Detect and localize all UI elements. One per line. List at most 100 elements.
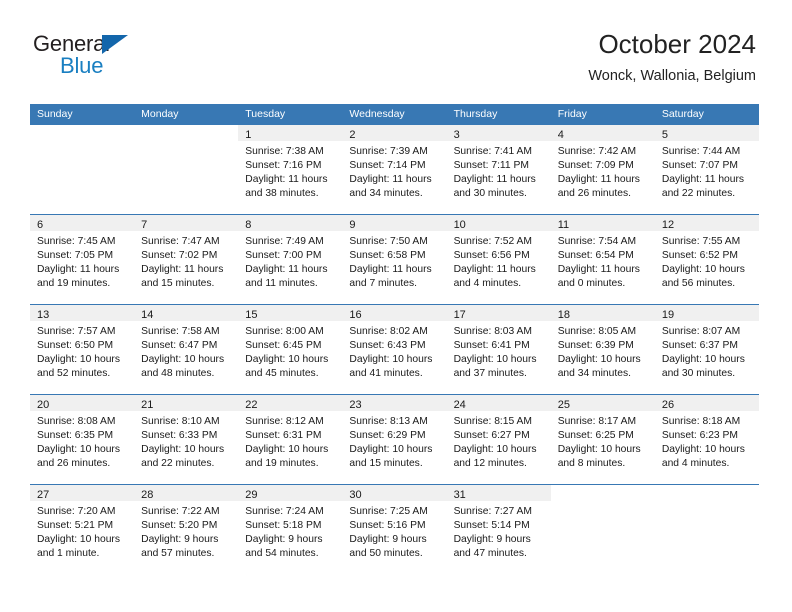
sunset-text: Sunset: 7:02 PM <box>141 250 218 261</box>
calendar-day-cell[interactable]: 17 Sunrise: 8:03 AM Sunset: 6:41 PM Dayligh… <box>446 304 551 395</box>
calendar-day-cell[interactable]: 6 Sunrise: 7:45 AM Sunset: 7:05 PM Daylight… <box>30 214 135 305</box>
sunrise-text: Sunrise: 7:47 AM <box>141 236 220 247</box>
calendar-day-cell[interactable]: 26 Sunrise: 8:18 AM Sunset: 6:23 PM Dayligh… <box>654 394 759 485</box>
sunrise-text: Sunrise: 8:05 AM <box>557 326 637 337</box>
day-number <box>551 485 655 501</box>
daylight-text-line2: and 47 minutes. <box>453 548 527 559</box>
day-details: Sunrise: 8:10 AM Sunset: 6:33 PM Daylight:… <box>134 411 238 471</box>
day-details: Sunrise: 8:17 AM Sunset: 6:25 PM Daylight:… <box>551 411 655 471</box>
calendar-day-cell[interactable]: 3 Sunrise: 7:41 AM Sunset: 7:11 PM Daylight… <box>446 125 551 215</box>
daylight-text-line1: Daylight: 10 hours <box>37 534 120 545</box>
day-cell-inner: 15 Sunrise: 8:00 AM Sunset: 6:45 PM Dayligh… <box>238 305 343 394</box>
sunset-text: Sunset: 7:07 PM <box>661 160 738 171</box>
daylight-text-line2: and 30 minutes. <box>661 368 736 379</box>
calendar-table: Sunday Monday Tuesday Wednesday Thursday… <box>30 104 759 574</box>
daylight-text-line1: Daylight: 10 hours <box>349 444 433 455</box>
calendar-day-cell[interactable]: 19 Sunrise: 8:07 AM Sunset: 6:37 PM Dayligh… <box>654 304 759 395</box>
calendar-body: 1 Sunrise: 7:38 AM Sunset: 7:16 PM Daylight… <box>30 125 759 574</box>
calendar-week-row: 6 Sunrise: 7:45 AM Sunset: 7:05 PM Daylight… <box>30 214 759 305</box>
calendar-day-cell[interactable]: 2 Sunrise: 7:39 AM Sunset: 7:14 PM Daylight… <box>342 125 447 215</box>
day-number: 14 <box>134 305 239 321</box>
sunrise-text: Sunrise: 8:15 AM <box>453 416 532 427</box>
weekday-header-friday: Friday <box>550 104 655 125</box>
daylight-text-line1: Daylight: 11 hours <box>245 264 328 275</box>
day-details: Sunrise: 7:41 AM Sunset: 7:11 PM Daylight:… <box>447 141 551 201</box>
weekday-header-row: Sunday Monday Tuesday Wednesday Thursday… <box>30 104 759 125</box>
calendar-day-cell[interactable]: 12 Sunrise: 7:55 AM Sunset: 6:52 PM Dayligh… <box>654 214 759 305</box>
sunrise-text: Sunrise: 7:41 AM <box>453 146 532 157</box>
sunset-text: Sunset: 5:21 PM <box>37 520 114 531</box>
day-cell-inner: 7 Sunrise: 7:47 AM Sunset: 7:02 PM Daylight… <box>134 215 239 304</box>
daylight-text-line2: and 4 minutes. <box>453 278 522 289</box>
daylight-text-line1: Daylight: 10 hours <box>557 444 641 455</box>
day-cell-inner: 16 Sunrise: 8:02 AM Sunset: 6:43 PM Dayligh… <box>342 305 447 394</box>
sunset-text: Sunset: 6:29 PM <box>349 430 426 441</box>
calendar-day-cell[interactable]: 20 Sunrise: 8:08 AM Sunset: 6:35 PM Dayligh… <box>30 394 135 485</box>
calendar-day-cell[interactable]: 11 Sunrise: 7:54 AM Sunset: 6:54 PM Dayligh… <box>550 214 655 305</box>
daylight-text-line2: and 54 minutes. <box>245 548 319 559</box>
day-number: 10 <box>446 215 551 231</box>
calendar-day-cell[interactable]: 18 Sunrise: 8:05 AM Sunset: 6:39 PM Dayligh… <box>550 304 655 395</box>
calendar-day-cell[interactable]: 1 Sunrise: 7:38 AM Sunset: 7:16 PM Daylight… <box>238 125 343 215</box>
calendar-day-cell[interactable]: 29 Sunrise: 7:24 AM Sunset: 5:18 PM Dayligh… <box>238 484 343 574</box>
daylight-text-line1: Daylight: 11 hours <box>141 264 224 275</box>
day-cell-inner: 6 Sunrise: 7:45 AM Sunset: 7:05 PM Daylight… <box>30 215 135 304</box>
calendar-day-cell[interactable]: 23 Sunrise: 8:13 AM Sunset: 6:29 PM Dayligh… <box>342 394 447 485</box>
calendar-day-cell[interactable]: 31 Sunrise: 7:27 AM Sunset: 5:14 PM Dayligh… <box>446 484 551 574</box>
day-number: 23 <box>342 395 447 411</box>
day-details: Sunrise: 8:05 AM Sunset: 6:39 PM Daylight:… <box>551 321 655 381</box>
calendar-day-cell[interactable]: 4 Sunrise: 7:42 AM Sunset: 7:09 PM Daylight… <box>550 125 655 215</box>
daylight-text-line1: Daylight: 10 hours <box>141 354 225 365</box>
day-details: Sunrise: 8:13 AM Sunset: 6:29 PM Daylight:… <box>342 411 446 471</box>
calendar-day-cell[interactable]: 13 Sunrise: 7:57 AM Sunset: 6:50 PM Dayligh… <box>30 304 135 395</box>
sunrise-text: Sunrise: 8:03 AM <box>453 326 532 337</box>
sunrise-text: Sunrise: 7:54 AM <box>557 236 637 247</box>
calendar-day-cell[interactable]: 5 Sunrise: 7:44 AM Sunset: 7:07 PM Daylight… <box>654 125 759 215</box>
calendar-day-cell[interactable]: 21 Sunrise: 8:10 AM Sunset: 6:33 PM Dayligh… <box>134 394 239 485</box>
sunset-text: Sunset: 7:14 PM <box>349 160 426 171</box>
daylight-text-line1: Daylight: 10 hours <box>557 354 641 365</box>
day-cell-inner: 31 Sunrise: 7:27 AM Sunset: 5:14 PM Dayligh… <box>446 485 551 574</box>
day-number <box>30 125 134 141</box>
day-number: 20 <box>30 395 135 411</box>
logo-text-blue: Blue <box>60 53 104 78</box>
sunrise-text: Sunrise: 7:55 AM <box>661 236 741 247</box>
daylight-text-line2: and 0 minutes. <box>557 278 626 289</box>
day-number: 7 <box>134 215 239 231</box>
calendar-day-cell[interactable]: 14 Sunrise: 7:58 AM Sunset: 6:47 PM Dayligh… <box>134 304 239 395</box>
logo-triangle-icon <box>102 35 128 54</box>
sunset-text: Sunset: 6:25 PM <box>557 430 634 441</box>
day-cell-inner <box>30 125 134 214</box>
calendar-day-cell[interactable]: 10 Sunrise: 7:52 AM Sunset: 6:56 PM Dayligh… <box>446 214 551 305</box>
sunset-text: Sunset: 6:47 PM <box>141 340 218 351</box>
calendar-day-cell[interactable]: 16 Sunrise: 8:02 AM Sunset: 6:43 PM Dayligh… <box>342 304 447 395</box>
calendar-day-cell[interactable]: 30 Sunrise: 7:25 AM Sunset: 5:16 PM Dayligh… <box>342 484 447 574</box>
sunrise-text: Sunrise: 8:02 AM <box>349 326 428 337</box>
day-cell-inner: 25 Sunrise: 8:17 AM Sunset: 6:25 PM Dayligh… <box>550 395 655 484</box>
sunrise-text: Sunrise: 8:07 AM <box>661 326 741 337</box>
day-cell-inner: 11 Sunrise: 7:54 AM Sunset: 6:54 PM Dayligh… <box>550 215 655 304</box>
sunrise-text: Sunrise: 8:18 AM <box>661 416 741 427</box>
calendar-day-cell[interactable]: 24 Sunrise: 8:15 AM Sunset: 6:27 PM Dayligh… <box>446 394 551 485</box>
day-number: 16 <box>342 305 447 321</box>
sunset-text: Sunset: 7:11 PM <box>453 160 529 171</box>
calendar-day-cell[interactable]: 7 Sunrise: 7:47 AM Sunset: 7:02 PM Daylight… <box>134 214 239 305</box>
calendar-day-cell[interactable]: 28 Sunrise: 7:22 AM Sunset: 5:20 PM Dayligh… <box>134 484 239 574</box>
calendar-day-cell[interactable]: 25 Sunrise: 8:17 AM Sunset: 6:25 PM Dayligh… <box>550 394 655 485</box>
calendar-day-cell[interactable]: 27 Sunrise: 7:20 AM Sunset: 5:21 PM Dayligh… <box>30 484 135 574</box>
day-details: Sunrise: 7:22 AM Sunset: 5:20 PM Daylight:… <box>134 501 238 561</box>
day-details: Sunrise: 7:50 AM Sunset: 6:58 PM Daylight:… <box>342 231 446 291</box>
sunrise-text: Sunrise: 7:25 AM <box>349 506 428 517</box>
calendar-day-cell[interactable]: 9 Sunrise: 7:50 AM Sunset: 6:58 PM Daylight… <box>342 214 447 305</box>
calendar-day-cell[interactable]: 8 Sunrise: 7:49 AM Sunset: 7:00 PM Daylight… <box>238 214 343 305</box>
daylight-text-line1: Daylight: 11 hours <box>453 264 536 275</box>
sunrise-text: Sunrise: 7:45 AM <box>37 236 116 247</box>
day-number: 6 <box>30 215 135 231</box>
sunrise-text: Sunrise: 8:00 AM <box>245 326 324 337</box>
weekday-header-saturday: Saturday <box>654 104 759 125</box>
daylight-text-line1: Daylight: 11 hours <box>349 264 432 275</box>
calendar-day-cell[interactable]: 15 Sunrise: 8:00 AM Sunset: 6:45 PM Dayligh… <box>238 304 343 395</box>
calendar-day-cell[interactable]: 22 Sunrise: 8:12 AM Sunset: 6:31 PM Dayligh… <box>238 394 343 485</box>
day-number: 27 <box>30 485 135 501</box>
daylight-text-line2: and 15 minutes. <box>349 458 423 469</box>
